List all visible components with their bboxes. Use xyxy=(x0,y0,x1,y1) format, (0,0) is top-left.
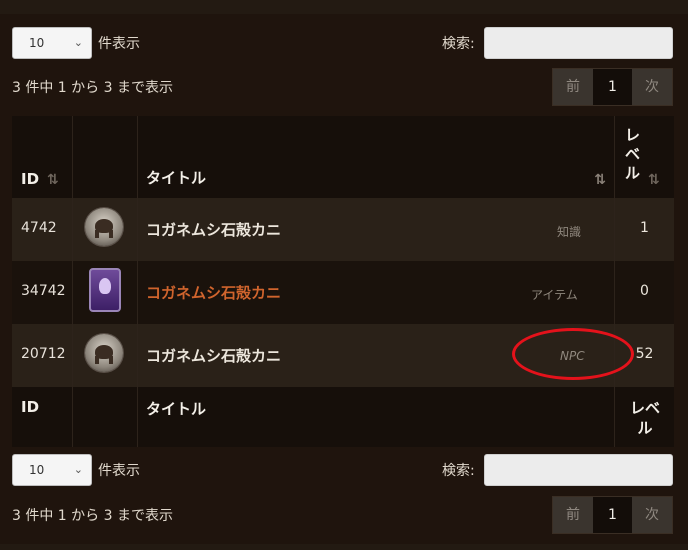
row-title-link[interactable]: コガネムシ石殻カニ xyxy=(146,345,281,366)
bottom-controls: 10 ⌄ 件表示 検索: xyxy=(12,454,673,494)
pagination: 前 1 次 xyxy=(552,496,673,534)
search-input[interactable] xyxy=(484,27,673,59)
row-id: 20712 xyxy=(21,346,66,362)
current-page-button[interactable]: 1 xyxy=(593,69,632,105)
table-info: 3 件中 1 から 3 まで表示 xyxy=(12,508,173,524)
header-level-label: レベル xyxy=(625,126,641,182)
table-row[interactable]: 4742 コガネムシ石殻カニ 知識 1 xyxy=(12,198,674,261)
sort-icon: ⇅ xyxy=(47,172,59,188)
prev-page-button[interactable]: 前 xyxy=(553,497,593,533)
page-length-select[interactable]: 10 ⌄ xyxy=(12,454,92,486)
page-length-label: 件表示 xyxy=(98,36,140,52)
header-level[interactable]: レベル ⇅ xyxy=(615,116,674,198)
current-page-button[interactable]: 1 xyxy=(593,497,632,533)
search-label: 検索: xyxy=(442,36,475,52)
row-level: 1 xyxy=(640,220,649,236)
header-id-label: ID xyxy=(21,170,40,188)
results-table: ID ⇅ タイトル ⇅ レベル ⇅ 4742 コガネムシ石殻カニ 知識 1 34… xyxy=(12,116,674,447)
row-type: 知識 xyxy=(557,225,582,239)
footer-title-label: タイトル xyxy=(146,400,207,418)
annotation-circle xyxy=(512,328,634,380)
page-length-value: 10 xyxy=(29,36,45,50)
search-input[interactable] xyxy=(484,454,673,486)
row-id: 34742 xyxy=(21,283,66,299)
page-length-label: 件表示 xyxy=(98,463,140,479)
search-label: 検索: xyxy=(442,463,475,479)
sort-desc-icon: ⇅ xyxy=(594,172,606,188)
page-length-select[interactable]: 10 ⌄ xyxy=(12,27,92,59)
prev-page-button[interactable]: 前 xyxy=(553,69,593,105)
footer-level-label: レベル xyxy=(629,399,660,437)
crab-icon xyxy=(85,334,123,372)
pagination: 前 1 次 xyxy=(552,68,673,106)
top-controls: 10 ⌄ 件表示 検索: xyxy=(12,27,673,67)
row-type: アイテム xyxy=(531,288,578,302)
header-title[interactable]: タイトル ⇅ xyxy=(138,116,615,198)
next-page-button[interactable]: 次 xyxy=(632,497,672,533)
row-title-link[interactable]: コガネムシ石殻カニ xyxy=(146,282,281,303)
row-level: 0 xyxy=(640,283,649,299)
row-title-link[interactable]: コガネムシ石殻カニ xyxy=(146,219,281,240)
table-header-row: ID ⇅ タイトル ⇅ レベル ⇅ xyxy=(12,116,674,198)
chevron-down-icon: ⌄ xyxy=(73,36,83,49)
page-length-value: 10 xyxy=(29,463,45,477)
table-footer-row: ID タイトル レベル xyxy=(12,387,674,447)
header-title-label: タイトル xyxy=(146,169,207,187)
table-row[interactable]: 34742 コガネムシ石殻カニ アイテム 0 xyxy=(12,261,674,324)
chevron-down-icon: ⌄ xyxy=(73,463,83,476)
table-info: 3 件中 1 から 3 まで表示 xyxy=(12,80,173,96)
header-image xyxy=(73,116,138,198)
header-id[interactable]: ID ⇅ xyxy=(12,116,73,198)
footer-id-label: ID xyxy=(21,398,40,416)
next-page-button[interactable]: 次 xyxy=(632,69,672,105)
sort-icon: ⇅ xyxy=(648,172,660,188)
purple-scroll-icon xyxy=(89,268,121,312)
crab-icon xyxy=(85,208,123,246)
row-id: 4742 xyxy=(21,220,57,236)
